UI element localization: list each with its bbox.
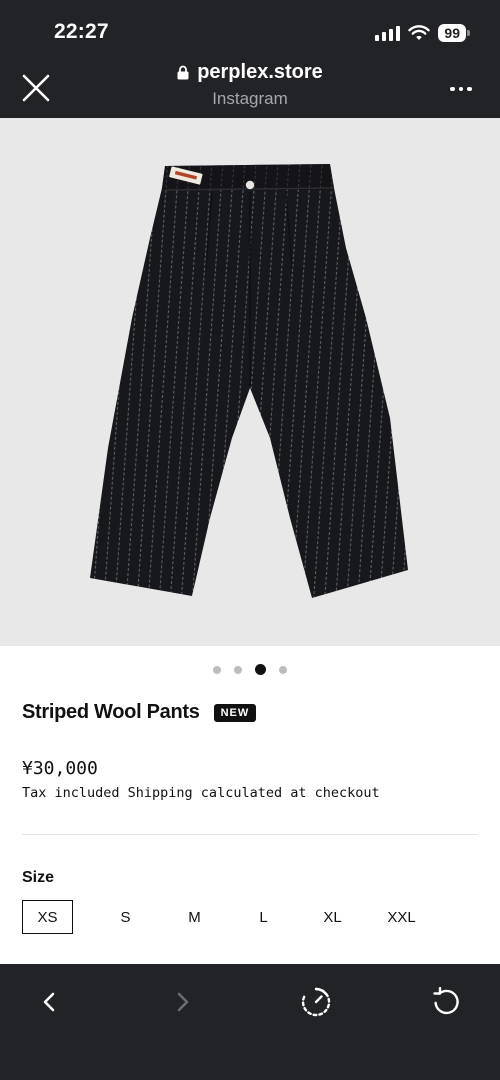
forward-icon [177,992,189,1012]
browser-header: 22:27 99 perplex.store Instagram [0,0,500,118]
browser-toolbar [0,964,500,1080]
size-option-m[interactable]: M [160,900,229,934]
speed-button[interactable] [294,980,338,1024]
site-domain: perplex.store [197,61,323,83]
tax-shipping-note: Tax included Shipping calculated at chec… [22,785,380,801]
size-selector: XS S M L XL XXL [22,900,436,934]
divider [22,834,478,835]
close-button[interactable] [20,72,52,104]
pants-product-photo [90,164,408,598]
size-option-l[interactable]: L [229,900,298,934]
new-badge: NEW [213,703,257,722]
size-option-xs[interactable]: XS [22,900,73,934]
carousel-dot[interactable] [279,665,287,674]
back-icon [43,992,55,1012]
carousel-dot[interactable] [234,665,242,674]
size-label: Size [22,869,55,886]
status-time: 22:27 [54,20,109,43]
carousel-dot-active[interactable] [255,664,266,675]
address-bar[interactable]: perplex.store Instagram [100,61,400,109]
more-icon [450,86,455,92]
battery-level: 99 [438,24,466,42]
product-title: Striped Wool Pants [22,701,200,723]
size-option-s[interactable]: S [91,900,160,934]
more-options-button[interactable] [446,84,476,94]
battery-icon: 99 [438,24,470,42]
signal-icon [375,25,401,41]
carousel-dot[interactable] [213,665,221,674]
product-title-row: Striped Wool Pants NEW [22,701,257,724]
forward-button[interactable] [160,980,204,1024]
carousel-indicator [0,664,500,675]
close-icon [22,74,50,102]
product-price: ¥30,000 [22,758,98,779]
source-app-label: Instagram [212,89,288,108]
reload-button[interactable] [424,980,468,1024]
wifi-icon [408,25,431,40]
product-image[interactable] [0,118,500,646]
status-icons: 99 [375,22,470,44]
lock-icon [177,65,189,80]
size-option-xl[interactable]: XL [298,900,367,934]
reload-icon [433,987,459,1015]
back-button[interactable] [28,980,72,1024]
speed-icon [301,987,331,1017]
size-option-xxl[interactable]: XXL [367,900,436,934]
